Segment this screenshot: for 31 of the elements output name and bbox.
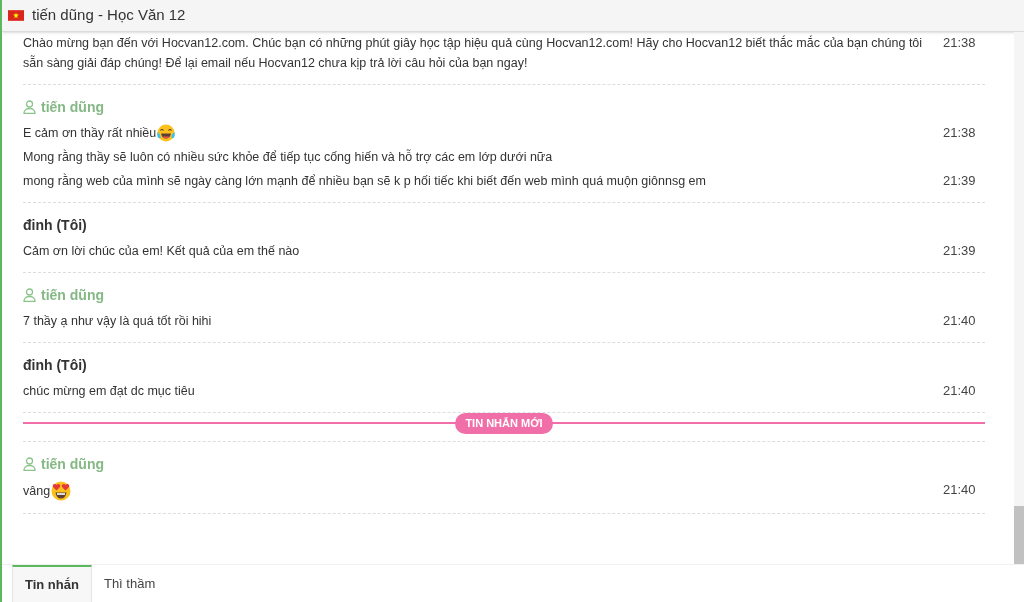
- message-text: Chào mừng bạn đến với Hocvan12.com. Chúc bạn có những phút giây học tập hiệu quả cùng Hocvan12.com! Hãy cho Hocvan12 biết thắc mắc của bạn chúng tôi sẵn sàng giải đáp chúng! Để lại email nếu Hocvan12 chưa kịp trả lời câu hỏi của bạn ngay!: [23, 34, 924, 72]
- message-time: 21:38: [943, 34, 977, 52]
- laughing-face-icon: [156, 123, 177, 143]
- message-time: 21:40: [943, 382, 977, 400]
- message-time: 21:38: [943, 124, 977, 142]
- message-text: vâng: [23, 483, 51, 500]
- message-time: 21:39: [943, 242, 977, 260]
- user-icon: [23, 457, 36, 471]
- user-icon: [23, 100, 36, 114]
- heart-eyes-face-icon: [50, 480, 73, 502]
- tab[interactable]: Thì thầm: [91, 565, 168, 602]
- tab[interactable]: Tin nhắn: [12, 565, 92, 602]
- message-text: Mong rằng thầy sẽ luôn có nhiều sức khỏe để tiếp tục cống hiến và hỗ trợ các em lớp dưới nữa: [23, 148, 553, 166]
- sender-name: tiến dũng: [41, 285, 104, 305]
- new-messages-label: TIN NHẮN MỚI: [455, 413, 553, 434]
- user-icon: [23, 288, 36, 302]
- message-text: 7 thầy ạ như vậy là quá tốt rồi hihi: [23, 313, 212, 330]
- message-time: 21:39: [943, 172, 977, 190]
- sender-name: đinh (Tôi): [23, 215, 87, 235]
- message-text: Cảm ơn lời chúc của em! Kết quả của em thế nào: [23, 243, 300, 260]
- sender-name: tiến dũng: [41, 97, 104, 117]
- window-title: tiến dũng - Học Văn 12: [32, 5, 186, 26]
- sender-name: đinh (Tôi): [23, 355, 87, 375]
- message-text: mong rằng web của mình sẽ ngày càng lớn mạnh để nhiều bạn sẽ k p hối tiếc khi biết đến web mình quá muộn giônnsg em: [23, 172, 706, 190]
- message-time: 21:40: [943, 481, 977, 499]
- flag-icon: [8, 10, 24, 21]
- message-text: E cảm ơn thầy rất nhiều: [23, 125, 157, 142]
- sender-name: tiến dũng: [41, 454, 104, 474]
- scrollbar-thumb[interactable]: [1014, 506, 1024, 564]
- message-text: chúc mừng em đạt dc mục tiêu: [23, 383, 195, 400]
- message-time: 21:40: [943, 312, 977, 330]
